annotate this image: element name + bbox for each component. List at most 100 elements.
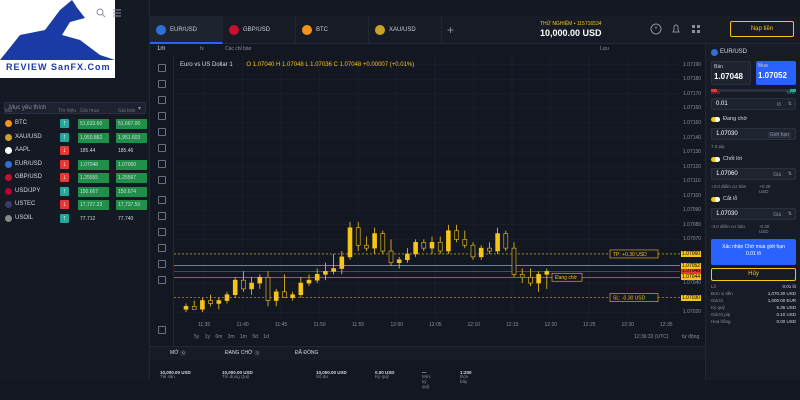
timeframe-select[interactable]: 1m [157, 46, 165, 52]
price-tick: 1.07110 [683, 178, 701, 185]
watchlist-row[interactable]: USOIL ↑ 77.712 77.740 [0, 213, 150, 225]
bid-price[interactable]: 17,727.23 [78, 200, 109, 210]
ask-price[interactable]: 150.674 [116, 186, 147, 197]
sell-button[interactable]: Bán 1.07048 [711, 61, 751, 85]
price-axis[interactable]: 1.07190 1.07180 1.07170 1.07160 1.07150 1.071… [680, 56, 705, 329]
tp-input[interactable]: 1.07060 Giá ⇅ [711, 168, 796, 180]
watchlist-row[interactable]: EUR/USD ↓ 1.07048 1.07050 [0, 159, 150, 171]
tp-toggle[interactable]: Chốt lời [711, 156, 796, 165]
crosshair-tool-icon[interactable] [158, 64, 166, 72]
deposit-button[interactable]: Nạp tiền [730, 21, 794, 37]
auto-scale-toggle[interactable]: tự động [682, 334, 699, 340]
sell-sentiment: 24% [711, 90, 721, 95]
tab-btc[interactable]: BTC [296, 16, 369, 44]
brush-tool-icon[interactable] [158, 176, 166, 184]
chart-clock: 12:36:33 (UTC) [634, 334, 669, 340]
cancel-button[interactable]: Hủy [711, 268, 796, 281]
ruler-tool-icon[interactable] [158, 196, 166, 204]
tab-eur-usd[interactable]: EUR/USD [150, 16, 223, 44]
candle-body [405, 253, 410, 261]
summary-row: Giá trị pip 0.10 USD [711, 312, 796, 317]
watchlist-row[interactable]: USTEC ↓ 17,727.23 17,737.50 [0, 199, 150, 211]
menu-icon[interactable] [112, 8, 122, 18]
ask-price[interactable]: 17,737.50 [116, 200, 147, 210]
candle-body [200, 300, 205, 310]
bid-price[interactable]: 1,950.882 [78, 132, 109, 143]
fib-tool-icon[interactable] [158, 160, 166, 168]
chart-legend: Euro vs US Dollar 1 O 1.07040 H 1.07048 … [180, 62, 414, 68]
magnet-tool-icon[interactable] [158, 228, 166, 236]
bid-price[interactable]: 1.25555 [78, 173, 109, 183]
indicators-icon[interactable]: fx [200, 46, 204, 52]
watchlist-row[interactable]: USD/JPY ↑ 150.667 150.674 [0, 186, 150, 198]
confirm-order-button[interactable]: Xác nhận Chờ mua giới hạn 0.01 lô [711, 239, 796, 265]
price-chart[interactable]: TP: +0.30 USD Đang chờ SL: -0.30 USD [174, 56, 680, 329]
candle-body [396, 259, 402, 263]
clock-icon[interactable] [650, 23, 662, 35]
ask-price[interactable]: 1.25567 [116, 173, 147, 183]
left-top-icons [96, 8, 122, 18]
hline-tool-icon[interactable] [158, 96, 166, 104]
eye-tool-icon[interactable] [158, 260, 166, 268]
watchlist-col-header: Mã [5, 108, 12, 114]
candle-body [462, 239, 468, 246]
bid-price[interactable]: 150.667 [78, 186, 109, 197]
candle-body [339, 256, 345, 269]
symbol-icon [5, 160, 12, 168]
pattern-tool-icon[interactable] [158, 144, 166, 152]
ask-price[interactable]: 51,667.00 [116, 119, 147, 129]
range-buttons[interactable]: 5y 1y 6m 3m 1m 5d 1d [194, 334, 269, 340]
watchlist-row[interactable]: GBP/USD ↓ 1.25555 1.25567 [0, 172, 150, 184]
ask-price[interactable]: 77.740 [116, 214, 147, 224]
sl-toggle[interactable]: Cắt lỗ [711, 196, 796, 205]
account-balance[interactable]: 10,000.00 USD [540, 28, 602, 38]
trendline-tool-icon[interactable] [158, 80, 166, 88]
trash-tool-icon[interactable] [158, 276, 166, 284]
flag-icon [156, 25, 166, 35]
pending-toggle[interactable]: Đang chờ [711, 116, 796, 125]
time-axis[interactable]: 11:35 11:40 11:45 11:50 11:55 12:00 12:05 12:10… [174, 320, 680, 330]
bell-icon[interactable] [670, 23, 682, 35]
tab-gbp-usd[interactable]: GBP/USD [223, 16, 296, 44]
bid-price[interactable]: 51,633.60 [78, 119, 109, 129]
buy-button[interactable]: Mua 1.07052 [756, 61, 796, 85]
save-layout-button[interactable]: Lưu [600, 46, 609, 52]
ask-price[interactable]: 1.07050 [116, 159, 147, 170]
search-icon[interactable] [96, 8, 106, 18]
tab-open[interactable]: MỞ 0 [170, 350, 187, 356]
watchlist-row[interactable]: AAPL ↓ 185.44 185.46 [0, 145, 150, 157]
zoom-tool-icon[interactable] [158, 212, 166, 220]
time-tick: 11:55 [352, 322, 365, 328]
watchlist-row[interactable]: XAU/USD ↑ 1,950.882 1,951.603 [0, 132, 150, 144]
volume-input[interactable]: 0.01 lô ⇅ [711, 98, 796, 110]
price-tick: 1.07150 [683, 119, 702, 126]
layers-tool-icon[interactable] [158, 326, 166, 334]
bid-price[interactable]: 77.712 [78, 214, 109, 224]
ask-price[interactable]: 185.46 [116, 146, 147, 156]
level-label: Đang chờ [555, 275, 578, 281]
bid-price[interactable]: 1.07048 [78, 159, 109, 170]
entry-price-input[interactable]: 1.07030 Giới hạn [711, 128, 796, 140]
sl-input[interactable]: 1.07030 Giá ⇅ [711, 208, 796, 220]
account-type-label: THỬ NGHIỆM • 115716534 [540, 21, 602, 27]
channel-tool-icon[interactable] [158, 112, 166, 120]
watchlist-row[interactable]: BTC ↑ 51,633.60 51,667.00 [0, 118, 150, 130]
tab-xau-usd[interactable]: XAU/USD [369, 16, 442, 44]
tab-pending[interactable]: ĐANG CHỜ 1 [225, 350, 261, 356]
bid-price[interactable]: 185.44 [78, 146, 109, 156]
price-level-tag: 1.07044 [681, 274, 702, 281]
lock-tool-icon[interactable] [158, 244, 166, 252]
text-tool-icon[interactable] [158, 128, 166, 136]
symbol-name: AAPL [15, 147, 31, 153]
symbol-name: USTEC [15, 201, 36, 207]
arrow-up-icon: ↑ [60, 213, 69, 223]
tab-closed[interactable]: ĐÃ ĐÓNG [295, 350, 318, 356]
grid-icon[interactable] [690, 23, 702, 35]
add-tab-button[interactable]: + [447, 23, 454, 37]
pips-hint: 7.0 pip [711, 144, 725, 149]
indicators-button[interactable]: Các chỉ báo [225, 46, 251, 52]
order-buttons: Bán 1.07048 Mua 1.07052 [711, 61, 796, 87]
time-tick: 11:45 [275, 322, 288, 328]
symbol-name: USOIL [15, 214, 34, 221]
ask-price[interactable]: 1,951.603 [116, 132, 147, 143]
